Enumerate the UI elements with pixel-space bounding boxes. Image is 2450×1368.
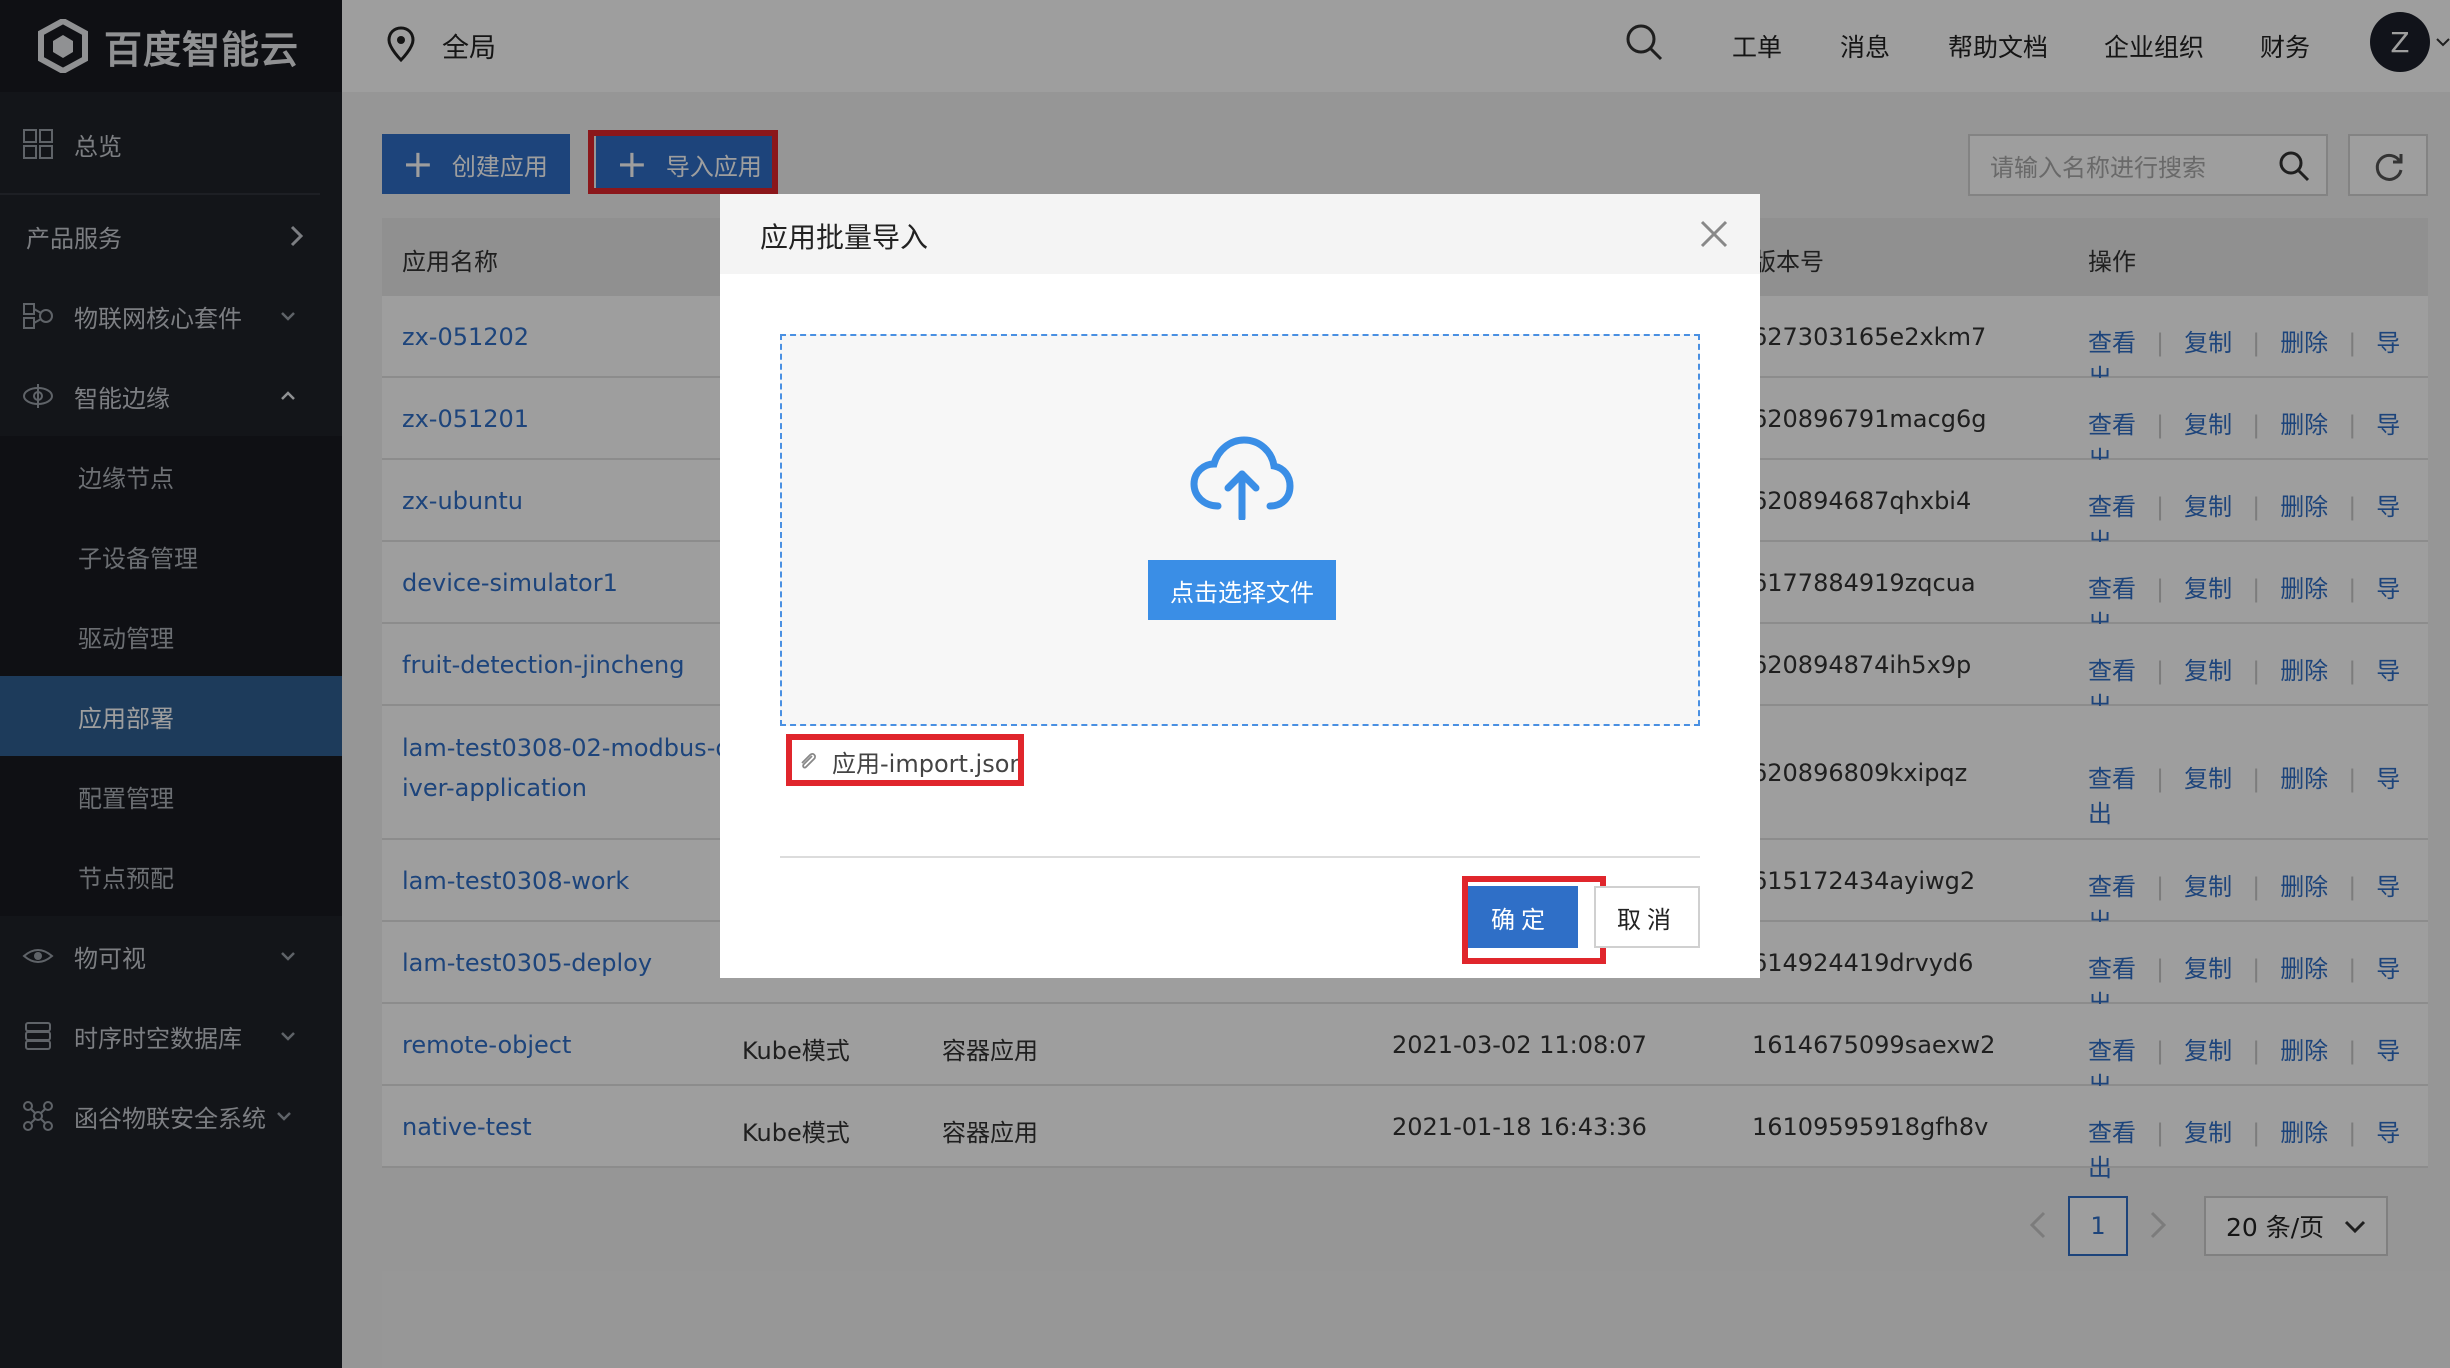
batch-import-dialog: 应用批量导入 点击选择文件 应用-import.json 确定 取消 [720,194,1760,978]
file-dropzone[interactable]: 点击选择文件 [780,334,1700,726]
dialog-title: 应用批量导入 [760,221,929,254]
confirm-highlight [1462,876,1606,964]
dialog-header: 应用批量导入 [720,194,1760,274]
cloud-upload-icon [1190,436,1294,520]
close-icon[interactable] [1698,218,1730,250]
dialog-divider [780,856,1700,858]
cancel-button[interactable]: 取消 [1594,886,1700,948]
file-highlight [786,734,1024,786]
choose-file-button[interactable]: 点击选择文件 [1148,560,1336,620]
